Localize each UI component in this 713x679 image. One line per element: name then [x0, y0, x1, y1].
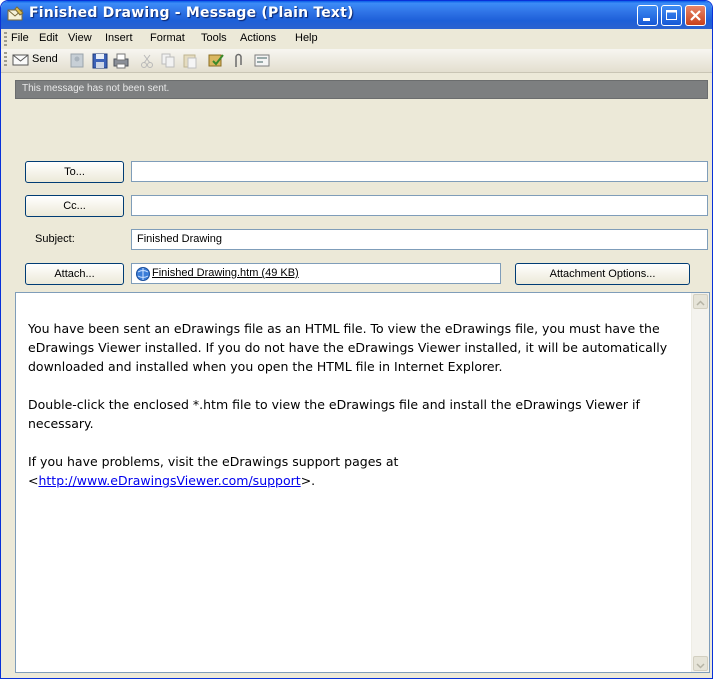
attach-icon[interactable]: [228, 52, 246, 69]
menu-bar: File Edit View Insert Format Tools Actio…: [1, 29, 712, 49]
check-names-icon[interactable]: [207, 52, 225, 69]
body-paragraph-2: Double-click the enclosed *.htm file to …: [28, 397, 640, 431]
print-icon[interactable]: [112, 52, 130, 69]
arrow-down-icon: [696, 663, 705, 669]
attachment-field[interactable]: Finished Drawing.htm (49 KB): [131, 263, 501, 284]
vertical-scrollbar[interactable]: [691, 293, 709, 672]
to-field[interactable]: [131, 161, 708, 182]
arrow-up-icon: [696, 300, 705, 306]
attach-button[interactable]: Attach...: [25, 263, 124, 285]
menu-grip[interactable]: [4, 32, 7, 46]
maximize-button[interactable]: [661, 5, 682, 26]
cc-button[interactable]: Cc...: [25, 195, 124, 217]
menu-file[interactable]: File: [11, 32, 29, 44]
close-button[interactable]: [685, 5, 706, 26]
menu-tools[interactable]: Tools: [201, 32, 227, 44]
link-close-bracket: >.: [300, 473, 316, 488]
send-button[interactable]: Send: [10, 52, 60, 69]
info-bar: This message has not been sent.: [15, 80, 708, 99]
save-icon[interactable]: [91, 52, 109, 69]
options-icon[interactable]: [253, 52, 271, 69]
body-paragraph-3: If you have problems, visit the eDrawing…: [28, 452, 688, 490]
menu-actions[interactable]: Actions: [240, 32, 276, 44]
menu-help[interactable]: Help: [295, 32, 318, 44]
message-body[interactable]: You have been sent an eDrawings file as …: [15, 292, 710, 673]
html-file-icon: [136, 267, 150, 281]
standard-toolbar: Send: [1, 49, 712, 73]
body-paragraph-3-text: If you have problems, visit the eDrawing…: [28, 454, 399, 469]
scroll-down-button[interactable]: [693, 656, 708, 671]
cut-icon[interactable]: [138, 52, 156, 69]
close-icon: [690, 10, 701, 21]
menu-view[interactable]: View: [68, 32, 92, 44]
window-title: Finished Drawing - Message (Plain Text): [29, 5, 354, 21]
title-bar[interactable]: Finished Drawing - Message (Plain Text): [1, 1, 712, 29]
toolbar-grip[interactable]: [4, 52, 7, 66]
body-paragraph-1: You have been sent an eDrawings file as …: [28, 321, 668, 374]
minimize-icon: [643, 18, 650, 21]
menu-format[interactable]: Format: [150, 32, 185, 44]
subject-field[interactable]: Finished Drawing: [131, 229, 708, 250]
attachment-options-button[interactable]: Attachment Options...: [515, 263, 690, 285]
paste-icon[interactable]: [181, 52, 199, 69]
send-label: Send: [32, 53, 58, 65]
info-bar-text: This message has not been sent.: [22, 83, 170, 94]
support-link[interactable]: http://www.eDrawingsViewer.com/support: [38, 473, 300, 488]
address-book-icon[interactable]: [68, 52, 86, 69]
cc-field[interactable]: [131, 195, 708, 216]
scroll-up-button[interactable]: [693, 294, 708, 309]
menu-edit[interactable]: Edit: [39, 32, 58, 44]
to-button[interactable]: To...: [25, 161, 124, 183]
minimize-button[interactable]: [637, 5, 658, 26]
copy-icon[interactable]: [159, 52, 177, 69]
send-icon: [12, 54, 29, 66]
message-window: Finished Drawing - Message (Plain Text) …: [0, 0, 713, 679]
menu-insert[interactable]: Insert: [105, 32, 133, 44]
message-icon: [7, 6, 24, 21]
subject-label: Subject:: [35, 233, 75, 245]
message-body-text[interactable]: You have been sent an eDrawings file as …: [28, 319, 688, 509]
link-open-bracket: <: [28, 473, 39, 488]
attachment-link[interactable]: Finished Drawing.htm (49 KB): [152, 267, 299, 279]
maximize-icon: [666, 10, 677, 20]
subject-value: Finished Drawing: [137, 233, 222, 245]
